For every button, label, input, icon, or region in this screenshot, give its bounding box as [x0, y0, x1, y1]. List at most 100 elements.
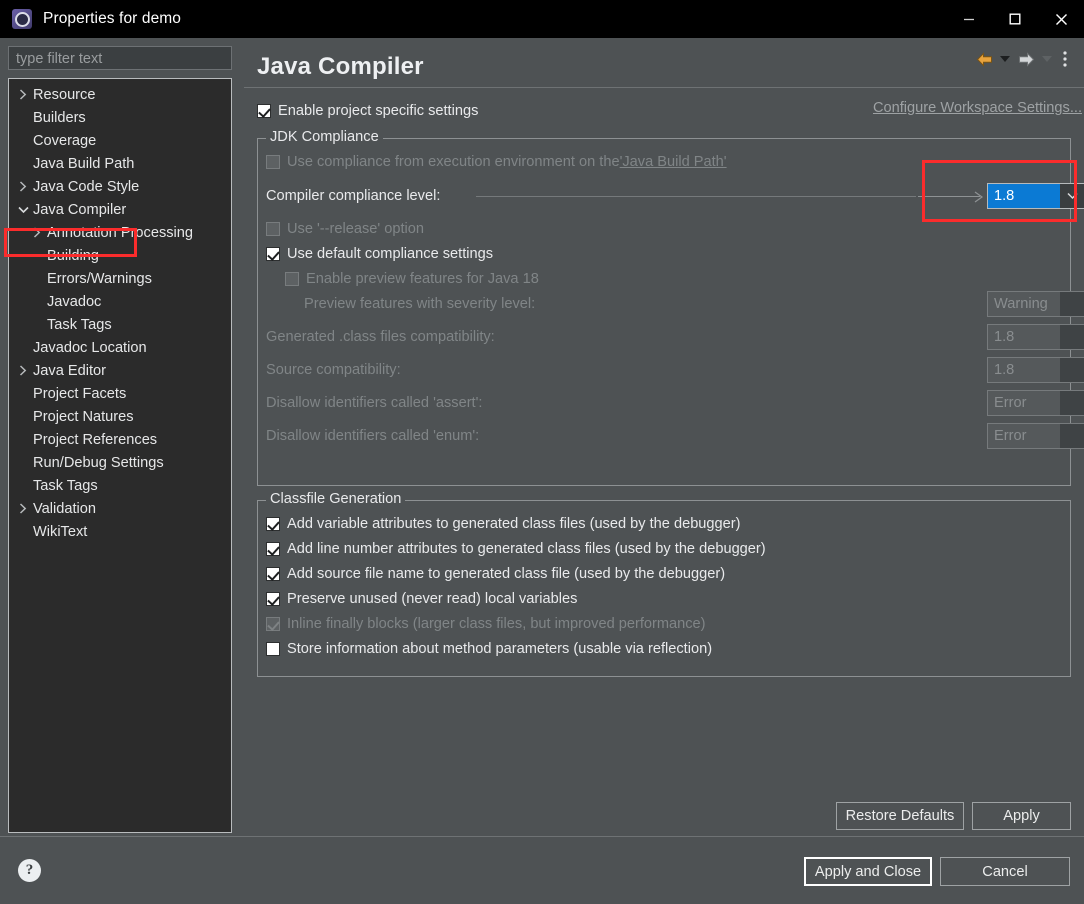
jdk-row-dropdown[interactable]: 1.8 [987, 324, 1084, 350]
settings-sidebar: type filter text Resource Builders Coverag… [0, 38, 240, 836]
chevron-right-icon[interactable] [29, 221, 45, 244]
jdk-row-dropdown[interactable]: Error [987, 423, 1084, 449]
sidebar-item-java-code-style[interactable]: Java Code Style [9, 175, 231, 198]
vertical-dots-icon[interactable] [1056, 47, 1074, 71]
sidebar-item-task-tags[interactable]: Task Tags [9, 313, 231, 336]
sidebar-item-javadoc-location[interactable]: Javadoc Location [9, 336, 231, 359]
sidebar-item-annotation-processing[interactable]: Annotation Processing [9, 221, 231, 244]
settings-tree[interactable]: Resource Builders Coverage Java Build Path J… [8, 78, 232, 833]
window-titlebar: Properties for demo [0, 0, 1084, 38]
sidebar-item-java-compiler[interactable]: Java Compiler [9, 198, 231, 221]
filter-input[interactable]: type filter text [8, 46, 232, 70]
window-title: Properties for demo [43, 10, 182, 27]
maximize-icon[interactable] [992, 0, 1038, 38]
forward-history-chevron-down-icon [1038, 47, 1056, 71]
sidebar-item-resource[interactable]: Resource [9, 83, 231, 106]
checkbox-box [266, 222, 280, 236]
apply-label: Apply [1003, 808, 1040, 824]
jdk-row-label-text: Preview features with severity level: [304, 296, 536, 312]
classfile-option-checkbox[interactable]: Preserve unused (never read) local varia… [266, 588, 577, 610]
use-release-option-label: Use '--release' option [287, 221, 424, 237]
jdk-compliance-legend: JDK Compliance [266, 129, 383, 145]
sidebar-item-builders[interactable]: Builders [9, 106, 231, 129]
jdk-row-label-text: Source compatibility: [266, 362, 401, 378]
close-icon[interactable] [1038, 0, 1084, 38]
checkbox-box [266, 642, 280, 656]
sidebar-item-java-build-path[interactable]: Java Build Path [9, 152, 231, 175]
pointer-line [918, 196, 980, 197]
sidebar-item-label: Task Tags [47, 316, 112, 333]
chevron-right-icon[interactable] [15, 359, 31, 382]
checkbox-box [266, 592, 280, 606]
left-edge-strip [0, 470, 4, 530]
enable-preview-features-checkbox[interactable]: Enable preview features for Java 18 [285, 268, 539, 290]
chevron-down-icon[interactable] [15, 198, 31, 221]
chevron-down-icon [1060, 391, 1084, 415]
classfile-option-checkbox[interactable]: Store information about method parameter… [266, 638, 712, 660]
sidebar-item-wikitext[interactable]: WikiText [9, 520, 231, 543]
configure-workspace-settings-link[interactable]: Configure Workspace Settings... [873, 100, 1082, 116]
sidebar-item-project-natures[interactable]: Project Natures [9, 405, 231, 428]
java-build-path-link[interactable]: 'Java Build Path' [620, 154, 727, 170]
minimize-icon[interactable] [946, 0, 992, 38]
jdk-row-dropdown[interactable]: Warning [987, 291, 1084, 317]
sidebar-item-validation[interactable]: Validation [9, 497, 231, 520]
sidebar-item-label: Errors/Warnings [47, 270, 152, 287]
jdk-row-label: Source compatibility: [266, 359, 401, 381]
classfile-option-checkbox[interactable]: Add line number attributes to generated … [266, 538, 766, 560]
sidebar-item-project-references[interactable]: Project References [9, 428, 231, 451]
compiler-compliance-level-dropdown[interactable]: 1.8 [987, 183, 1084, 209]
jdk-row-dropdown-value: 1.8 [988, 325, 1060, 349]
back-history-chevron-down-icon[interactable] [996, 47, 1014, 71]
jdk-row-dropdown[interactable]: Error [987, 390, 1084, 416]
help-question-icon[interactable]: ? [18, 859, 41, 882]
chevron-down-icon [1060, 292, 1084, 316]
sidebar-item-coverage[interactable]: Coverage [9, 129, 231, 152]
sidebar-item-label: Building [47, 247, 99, 264]
sidebar-item-building[interactable]: Building [9, 244, 231, 267]
sidebar-item-label: Annotation Processing [47, 224, 194, 241]
use-default-compliance-settings-label: Use default compliance settings [287, 246, 494, 262]
use-execution-environment-checkbox[interactable]: Use compliance from execution environmen… [266, 151, 727, 173]
classfile-option-checkbox[interactable]: Add source file name to generated class … [266, 563, 725, 585]
jdk-row-dropdown-value: Warning [988, 292, 1060, 316]
compliance-level-value: 1.8 [988, 184, 1060, 208]
sidebar-item-javadoc[interactable]: Javadoc [9, 290, 231, 313]
back-arrow-icon[interactable] [972, 47, 996, 71]
restore-defaults-button[interactable]: Restore Defaults [836, 802, 964, 830]
cancel-button[interactable]: Cancel [940, 857, 1070, 886]
enable-preview-features-label: Enable preview features for Java 18 [306, 271, 539, 287]
chevron-right-icon[interactable] [15, 497, 31, 520]
chevron-right-icon[interactable] [15, 175, 31, 198]
pointer-arrowhead [974, 190, 984, 208]
classfile-option-label: Add variable attributes to generated cla… [287, 516, 741, 532]
sidebar-item-errors-warnings[interactable]: Errors/Warnings [9, 267, 231, 290]
use-release-option-checkbox[interactable]: Use '--release' option [266, 218, 424, 240]
use-default-compliance-settings-checkbox[interactable]: Use default compliance settings [266, 243, 493, 265]
classfile-option-checkbox[interactable]: Add variable attributes to generated cla… [266, 513, 741, 535]
chevron-right-icon[interactable] [15, 83, 31, 106]
sidebar-item-project-facets[interactable]: Project Facets [9, 382, 231, 405]
checkbox-box [266, 567, 280, 581]
jdk-row-dropdown[interactable]: 1.8 [987, 357, 1084, 383]
cancel-label: Cancel [982, 863, 1028, 880]
sidebar-item-java-editor[interactable]: Java Editor [9, 359, 231, 382]
compliance-level-rule [476, 196, 916, 197]
compliance-level-label: Compiler compliance level: [266, 188, 441, 204]
sidebar-item-label: Java Build Path [33, 155, 135, 172]
apply-and-close-button[interactable]: Apply and Close [804, 857, 932, 886]
jdk-compliance-group: JDK Compliance Use compliance from execu… [257, 129, 1084, 486]
forward-arrow-icon[interactable] [1014, 47, 1038, 71]
sidebar-item-label: Java Editor [33, 362, 107, 379]
window-controls [946, 0, 1084, 38]
sidebar-item-run-debug-settings[interactable]: Run/Debug Settings [9, 451, 231, 474]
sidebar-item-label: Project Natures [33, 408, 134, 425]
apply-button[interactable]: Apply [972, 802, 1071, 830]
sidebar-item-task-tags[interactable]: Task Tags [9, 474, 231, 497]
